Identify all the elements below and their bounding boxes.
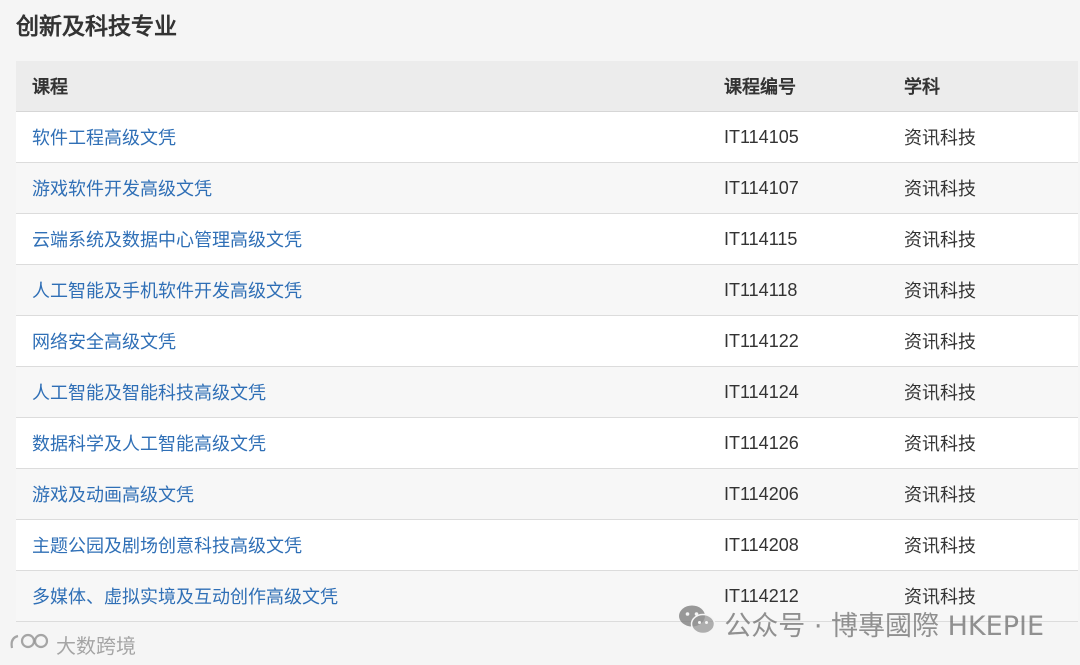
course-code: IT114118: [708, 264, 888, 316]
course-link[interactable]: 云端系统及数据中心管理高级文凭: [32, 230, 302, 251]
wechat-watermark-text: 公众号 · 博專國際 HKEPIE: [724, 611, 1044, 642]
brand-watermark-text: 大数跨境: [56, 634, 136, 658]
course-subject: 资讯科技: [888, 264, 1078, 316]
table-row: 主题公园及剧场创意科技高级文凭 IT114208 资讯科技: [16, 519, 1078, 571]
course-link[interactable]: 数据科学及人工智能高级文凭: [32, 434, 266, 455]
course-code: IT114122: [708, 315, 888, 367]
course-link[interactable]: 游戏软件开发高级文凭: [32, 179, 212, 200]
wechat-icon: [678, 604, 716, 643]
table-header-row: 课程 课程编号 学科: [16, 61, 1078, 112]
course-subject: 资讯科技: [888, 213, 1078, 265]
table-row: 网络安全高级文凭 IT114122 资讯科技: [16, 315, 1078, 367]
course-subject: 资讯科技: [888, 417, 1078, 469]
header-code: 课程编号: [708, 61, 888, 112]
table-row: 云端系统及数据中心管理高级文凭 IT114115 资讯科技: [16, 213, 1078, 265]
course-code: IT114105: [708, 111, 888, 163]
section-title: 创新及科技专业: [16, 14, 177, 40]
course-subject: 资讯科技: [888, 366, 1078, 418]
course-code: IT114107: [708, 162, 888, 214]
table-row: 人工智能及手机软件开发高级文凭 IT114118 资讯科技: [16, 264, 1078, 316]
header-subject: 学科: [888, 61, 1078, 112]
table-row: 游戏软件开发高级文凭 IT114107 资讯科技: [16, 162, 1078, 214]
table-row: 游戏及动画高级文凭 IT114206 资讯科技: [16, 468, 1078, 520]
course-link[interactable]: 网络安全高级文凭: [32, 332, 176, 353]
course-subject: 资讯科技: [888, 519, 1078, 571]
wechat-watermark: 公众号 · 博專國際 HKEPIE: [678, 604, 1044, 643]
course-code: IT114126: [708, 417, 888, 469]
course-subject: 资讯科技: [888, 111, 1078, 163]
page: 创新及科技专业 课程 课程编号 学科 软件工程高级文凭 IT114105 资讯科…: [0, 0, 1080, 665]
table-row: 人工智能及智能科技高级文凭 IT114124 资讯科技: [16, 366, 1078, 418]
course-table: 课程 课程编号 学科 软件工程高级文凭 IT114105 资讯科技 游戏软件开发…: [16, 61, 1078, 622]
course-subject: 资讯科技: [888, 162, 1078, 214]
course-code: IT114208: [708, 519, 888, 571]
course-link[interactable]: 人工智能及手机软件开发高级文凭: [32, 281, 302, 302]
course-subject: 资讯科技: [888, 468, 1078, 520]
course-link[interactable]: 主题公园及剧场创意科技高级文凭: [32, 536, 302, 557]
course-link[interactable]: 多媒体、虚拟实境及互动创作高级文凭: [32, 587, 338, 608]
course-code: IT114124: [708, 366, 888, 418]
table-row: 软件工程高级文凭 IT114105 资讯科技: [16, 111, 1078, 163]
course-code: IT114206: [708, 468, 888, 520]
brand-watermark: 大数跨境: [8, 630, 136, 659]
course-link[interactable]: 人工智能及智能科技高级文凭: [32, 383, 266, 404]
header-course: 课程: [16, 61, 708, 112]
course-code: IT114115: [708, 213, 888, 265]
brand-logo-icon: [8, 630, 52, 659]
course-subject: 资讯科技: [888, 315, 1078, 367]
course-link[interactable]: 软件工程高级文凭: [32, 128, 176, 149]
table-row: 数据科学及人工智能高级文凭 IT114126 资讯科技: [16, 417, 1078, 469]
course-link[interactable]: 游戏及动画高级文凭: [32, 485, 194, 506]
